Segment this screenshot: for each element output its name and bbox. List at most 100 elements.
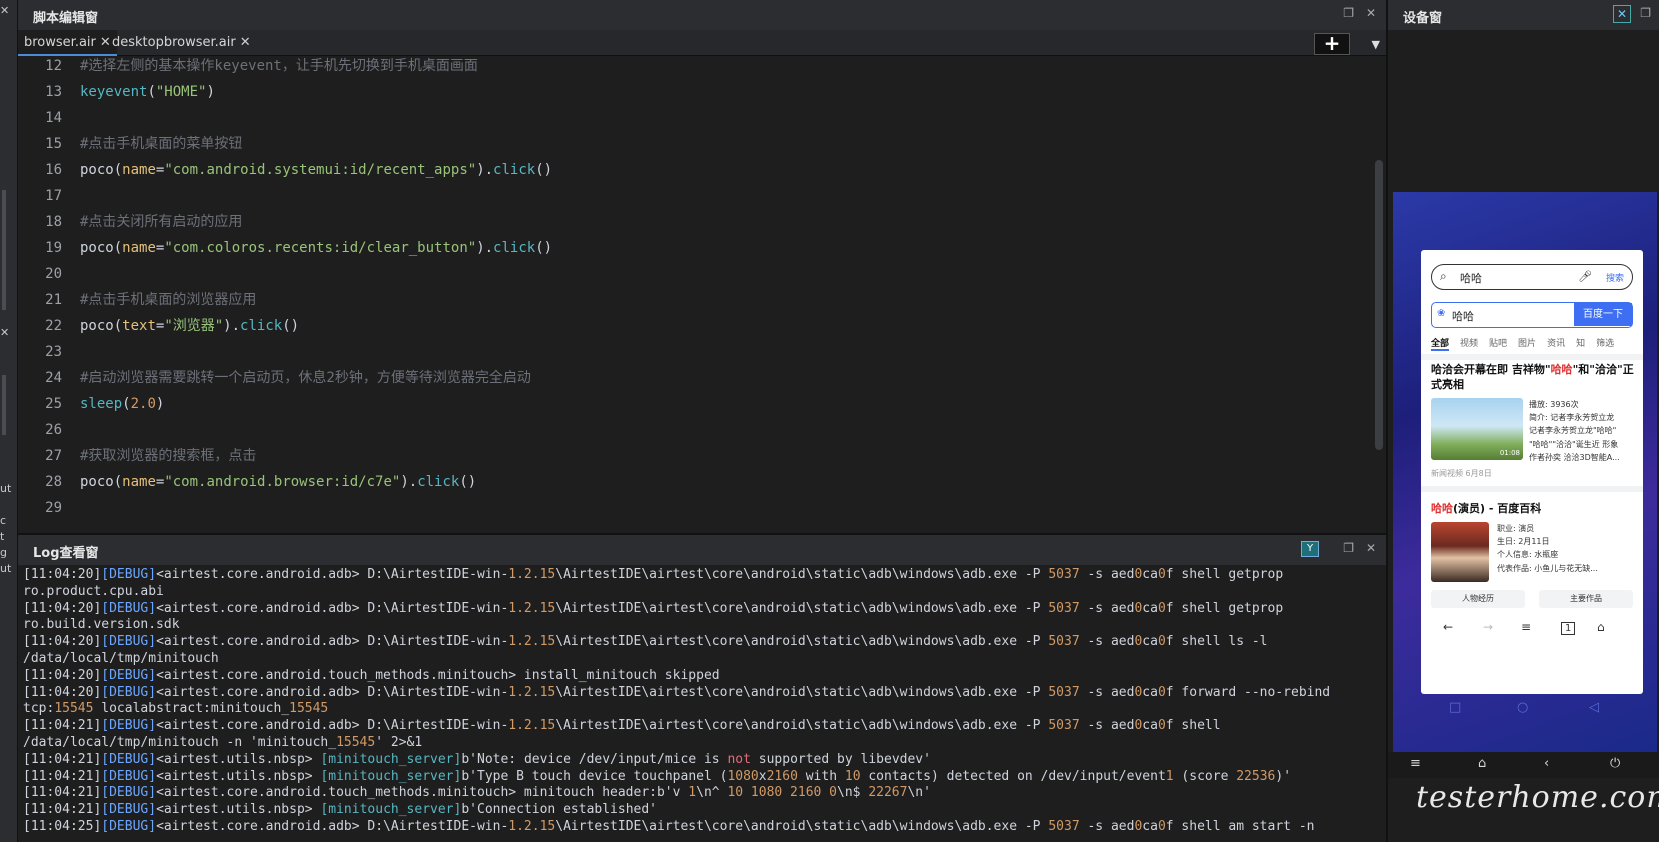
log-header: Log查看窗 Y ❐ ✕ (18, 535, 1386, 565)
result-title[interactable]: 哈洽会开幕在即 吉祥物"哈哈"和"洽洽"正式亮相 (1431, 362, 1635, 392)
recents-icon[interactable]: □ (1449, 700, 1461, 715)
line-source: sleep(2.0) (80, 396, 165, 412)
watermark: testerhome.com (1416, 780, 1659, 815)
mic-icon[interactable]: 🎤︎ (1578, 270, 1592, 283)
phone-screen[interactable]: ⌕ 哈哈 🎤︎ 搜索 ❀ 哈哈 百度一下 全部 视频 贴吧 图片 资讯知筛选 哈洽会开幕… (1393, 192, 1657, 752)
line-number: 26 (45, 422, 62, 438)
code-line[interactable]: 16 poco(name="com.android.systemui:id/rec… (18, 157, 1368, 183)
line-number: 15 (45, 136, 62, 152)
code-line[interactable]: 30 #对搜索框中的内容进行编辑并输入新的关键字 (18, 521, 1368, 524)
line-number: 21 (45, 292, 62, 308)
search-go-button[interactable]: 搜索 (1606, 271, 1624, 284)
line-number: 12 (45, 58, 62, 74)
back-triangle-icon[interactable]: ◁ (1589, 700, 1599, 715)
tab-desktopbrowser-air[interactable]: desktopbrowser.air ✕ (106, 30, 257, 56)
home-circle-icon[interactable]: ○ (1517, 700, 1528, 715)
log-line: ro.build.version.sdk (23, 617, 180, 633)
log-output[interactable]: [11:04:20][DEBUG]<airtest.core.android.a… (23, 567, 1376, 842)
close-icon[interactable]: ✕ (1366, 541, 1376, 555)
code-line[interactable]: 18 #点击关闭所有启动的应用 (18, 209, 1368, 235)
line-number: 20 (45, 266, 62, 282)
search-input[interactable]: ⌕ 哈哈 🎤︎ 搜索 (1431, 264, 1633, 290)
line-number: 17 (45, 188, 62, 204)
log-line: ro.product.cpu.abi (23, 583, 164, 599)
line-number: 13 (45, 84, 62, 100)
code-line[interactable]: 25 sleep(2.0) (18, 391, 1368, 417)
filter-tab[interactable]: 图片 (1518, 336, 1536, 349)
menu-icon[interactable]: ≡ (1410, 756, 1421, 771)
code-line[interactable]: 20 (18, 261, 1368, 287)
tabs-icon[interactable]: 1 (1561, 622, 1576, 635)
restore-icon[interactable]: ❐ (1640, 6, 1651, 20)
log-line: [11:04:25][DEBUG]<airtest.core.android.a… (23, 818, 1315, 834)
code-line[interactable]: 26 (18, 417, 1368, 443)
code-line[interactable]: 13 keyevent("HOME") (18, 79, 1368, 105)
code-line[interactable]: 19 poco(name="com.coloros.recents:id/clea… (18, 235, 1368, 261)
menu-icon[interactable]: ≡ (1521, 620, 1531, 634)
power-icon[interactable]: ⏻ (1610, 756, 1620, 771)
editor-scrollbar[interactable] (1375, 160, 1383, 450)
code-line[interactable]: 12 #选择左侧的基本操作keyevent，让手机先切换到手机桌面画面 (18, 57, 1368, 79)
left-strip-glyph: g (0, 546, 7, 559)
person-history-button[interactable]: 人物经历 (1431, 590, 1525, 608)
baidu-search-button[interactable]: 百度一下 (1574, 303, 1632, 326)
line-number: 18 (45, 214, 62, 230)
code-line[interactable]: 15 #点击手机桌面的菜单按钮 (18, 131, 1368, 157)
code-line[interactable]: 23 (18, 339, 1368, 365)
home-icon[interactable]: ⌂ (1597, 620, 1605, 634)
left-strip-glyph: ✕ (0, 4, 10, 17)
add-script-button[interactable]: + (1314, 33, 1350, 55)
tab-label: desktopbrowser.air (112, 35, 236, 50)
inspector-tool-icon[interactable]: ✕ (1613, 5, 1631, 23)
log-title: Log查看窗 (33, 546, 99, 561)
line-number: 14 (45, 110, 62, 126)
code-line[interactable]: 21 #点击手机桌面的浏览器应用 (18, 287, 1368, 313)
browser-bottom-nav: ← → ≡ 1 ⌂ (1421, 618, 1643, 640)
back-icon[interactable]: ‹ (1544, 756, 1549, 771)
back-icon[interactable]: ← (1443, 620, 1453, 634)
code-line[interactable]: 17 (18, 183, 1368, 209)
code-line[interactable]: 28 poco(name="com.android.browser:id/c7e"… (18, 469, 1368, 495)
filter-tab[interactable]: 视频 (1460, 336, 1478, 349)
script-editor-panel: 脚本编辑窗 ❐ ✕ browser.air ✕ desktopbrowser.ai… (18, 0, 1386, 533)
forward-icon[interactable]: → (1483, 620, 1493, 634)
result-filter-tabs: 全部 视频 贴吧 图片 资讯知筛选 (1431, 336, 1636, 351)
code-line[interactable]: 27 #获取浏览器的搜索框，点击 (18, 443, 1368, 469)
search-icon: ⌕ (1440, 269, 1447, 283)
left-strip-glyph: ✕ (0, 326, 10, 339)
baidu-search-box[interactable]: ❀ 哈哈 百度一下 (1431, 302, 1633, 328)
filter-icon[interactable]: Y (1301, 541, 1319, 557)
video-thumbnail[interactable]: 01:08 (1431, 398, 1523, 460)
restore-icon[interactable]: ❐ (1343, 6, 1354, 20)
code-line[interactable]: 14 (18, 105, 1368, 131)
code-line[interactable]: 29 (18, 495, 1368, 521)
code-line[interactable]: 24 #启动浏览器需要跳转一个启动页，休息2秒钟，方便等待浏览器完全启动 (18, 365, 1368, 391)
filter-tab[interactable]: 资讯 (1547, 336, 1565, 349)
tab-close-icon[interactable]: ✕ (240, 35, 251, 50)
code-area[interactable]: 12 #选择左侧的基本操作keyevent，让手机先切换到手机桌面画面 13 keye… (18, 57, 1368, 524)
line-number: 24 (45, 370, 62, 386)
filter-tab[interactable]: 贴吧 (1489, 336, 1507, 349)
result-title[interactable]: 哈哈(演员) - 百度百科 (1431, 500, 1541, 516)
filter-tab[interactable]: 筛选 (1596, 336, 1614, 349)
left-strip-bar (2, 405, 6, 435)
log-line: [11:04:20][DEBUG]<airtest.core.android.a… (23, 684, 1331, 700)
video-duration: 01:08 (1499, 449, 1520, 457)
log-line: [11:04:20][DEBUG]<airtest.core.android.t… (23, 667, 720, 683)
close-icon[interactable]: ✕ (1366, 6, 1376, 20)
log-line: [11:04:20][DEBUG]<airtest.core.android.a… (23, 567, 1284, 582)
baidu-paw-icon: ❀ (1437, 308, 1446, 319)
tab-browser-air[interactable]: browser.air ✕ (18, 30, 117, 56)
home-icon[interactable]: ⌂ (1478, 756, 1486, 771)
person-thumbnail[interactable] (1431, 522, 1489, 582)
line-source: #获取浏览器的搜索框，点击 (80, 448, 257, 464)
line-number: 27 (45, 448, 62, 464)
code-line[interactable]: 22 poco(text="浏览器").click() (18, 313, 1368, 339)
filter-tab[interactable]: 知 (1576, 336, 1585, 349)
chevron-down-icon[interactable]: ▼ (1372, 38, 1380, 51)
line-number: 22 (45, 318, 62, 334)
restore-icon[interactable]: ❐ (1343, 541, 1354, 555)
main-works-button[interactable]: 主要作品 (1539, 590, 1633, 608)
filter-tab[interactable]: 全部 (1431, 336, 1450, 351)
line-source: poco(text="浏览器").click() (80, 318, 300, 334)
